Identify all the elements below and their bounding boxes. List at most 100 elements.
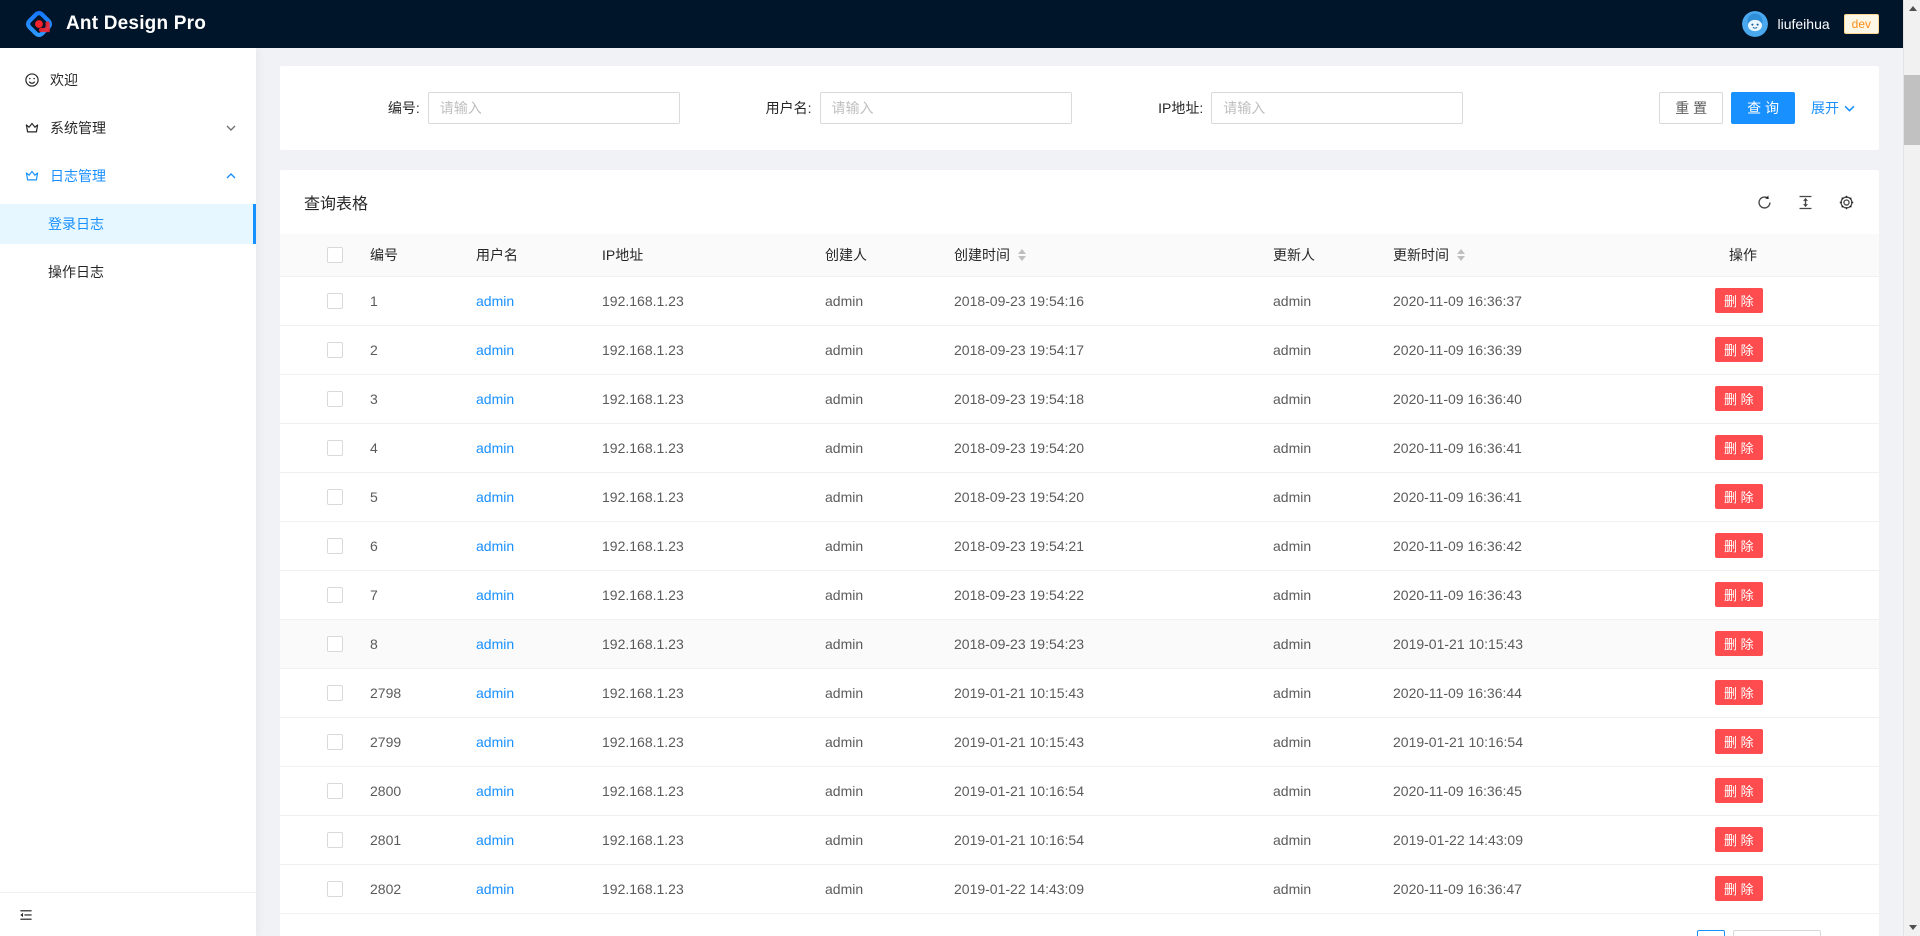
table-body: 1admin192.168.1.23admin2018-09-23 19:54:… [280, 276, 1879, 913]
table-row: 2799admin192.168.1.23admin2019-01-21 10:… [280, 717, 1879, 766]
delete-button[interactable]: 删 除 [1715, 631, 1763, 656]
ip-input[interactable] [1211, 92, 1463, 124]
username-link[interactable]: admin [476, 685, 514, 701]
row-updated-time-cell: 2020-11-09 16:36:44 [1377, 668, 1713, 717]
column-header-6[interactable]: 更新时间 [1377, 234, 1713, 276]
density-icon[interactable] [1797, 194, 1814, 211]
user-avatar[interactable] [1742, 11, 1768, 37]
row-ip-cell: 192.168.1.23 [586, 717, 809, 766]
row-checkbox[interactable] [327, 685, 343, 701]
column-label: IP地址 [602, 245, 643, 265]
scroll-down-arrow-icon[interactable] [1904, 919, 1920, 936]
username-link[interactable]: admin [476, 293, 514, 309]
row-checkbox[interactable] [327, 881, 343, 897]
delete-button[interactable]: 删 除 [1715, 729, 1763, 754]
row-created-time: 2019-01-21 10:15:43 [954, 685, 1084, 701]
row-checkbox[interactable] [327, 440, 343, 456]
row-checkbox[interactable] [327, 832, 343, 848]
row-updater-cell: admin [1257, 521, 1377, 570]
settings-icon[interactable] [1838, 194, 1855, 211]
delete-button[interactable]: 删 除 [1715, 533, 1763, 558]
row-updater: admin [1273, 440, 1311, 456]
username-link[interactable]: admin [476, 538, 514, 554]
scrollbar-thumb[interactable] [1904, 75, 1920, 145]
username-link[interactable]: admin [476, 734, 514, 750]
row-checkbox[interactable] [327, 391, 343, 407]
logo-area[interactable]: Ant Design Pro [24, 9, 206, 39]
row-creator: admin [825, 587, 863, 603]
crown-icon [24, 168, 40, 184]
reset-button[interactable]: 重 置 [1659, 92, 1723, 124]
row-id-cell: 3 [354, 374, 460, 423]
row-id-cell: 7 [354, 570, 460, 619]
delete-button[interactable]: 删 除 [1715, 778, 1763, 803]
row-updated-time-cell: 2020-11-09 16:36:43 [1377, 570, 1713, 619]
username-link[interactable]: admin [476, 636, 514, 652]
username-link[interactable]: admin [476, 342, 514, 358]
row-ip-cell: 192.168.1.23 [586, 325, 809, 374]
reload-icon[interactable] [1756, 194, 1773, 211]
username-link[interactable]: admin [476, 881, 514, 897]
sidebar-item-log-mgmt[interactable]: 日志管理 [0, 156, 256, 196]
app-title: Ant Design Pro [66, 13, 206, 35]
row-checkbox[interactable] [327, 489, 343, 505]
username-link[interactable]: admin [476, 391, 514, 407]
row-updated-time: 2019-01-21 10:15:43 [1393, 636, 1523, 652]
page-size-select[interactable] [1733, 930, 1821, 936]
row-checkbox[interactable] [327, 342, 343, 358]
row-checkbox[interactable] [327, 734, 343, 750]
select-all-checkbox[interactable] [327, 247, 343, 263]
row-ip: 192.168.1.23 [602, 636, 684, 652]
query-button[interactable]: 查 询 [1731, 92, 1795, 124]
username-link[interactable]: admin [476, 440, 514, 456]
column-label: 用户名 [476, 245, 518, 265]
row-creator-cell: admin [809, 325, 938, 374]
row-created-time: 2018-09-23 19:54:21 [954, 538, 1084, 554]
row-updater-cell: admin [1257, 766, 1377, 815]
menu-fold-icon[interactable] [18, 907, 34, 923]
id-input[interactable] [428, 92, 680, 124]
row-checkbox[interactable] [327, 538, 343, 554]
row-created-time: 2019-01-22 14:43:09 [954, 881, 1084, 897]
row-id: 8 [370, 636, 378, 652]
row-checkbox[interactable] [327, 783, 343, 799]
username-link[interactable]: admin [476, 832, 514, 848]
delete-button[interactable]: 删 除 [1715, 827, 1763, 852]
column-header-4[interactable]: 创建时间 [938, 234, 1257, 276]
row-updater-cell: admin [1257, 276, 1377, 325]
pagination-page-1[interactable]: 1 [1697, 930, 1725, 936]
sidebar-item-system-mgmt[interactable]: 系统管理 [0, 108, 256, 148]
sidebar-item-welcome[interactable]: 欢迎 [0, 60, 256, 100]
table-row: 2802admin192.168.1.23admin2019-01-22 14:… [280, 864, 1879, 913]
delete-button[interactable]: 删 除 [1715, 876, 1763, 901]
row-id: 6 [370, 538, 378, 554]
username-input[interactable] [820, 92, 1072, 124]
row-ip-cell: 192.168.1.23 [586, 374, 809, 423]
page-scrollbar[interactable] [1903, 0, 1920, 936]
row-creator: admin [825, 391, 863, 407]
username-link[interactable]: admin [476, 587, 514, 603]
row-checkbox[interactable] [327, 636, 343, 652]
sorter-icon[interactable] [1457, 249, 1465, 261]
sidebar-item-operation-log[interactable]: 操作日志 [0, 252, 256, 292]
delete-button[interactable]: 删 除 [1715, 386, 1763, 411]
delete-button[interactable]: 删 除 [1715, 288, 1763, 313]
row-checkbox[interactable] [327, 293, 343, 309]
row-checkbox[interactable] [327, 587, 343, 603]
username-link[interactable]: admin [476, 489, 514, 505]
row-id-cell: 2 [354, 325, 460, 374]
sidebar-item-login-log[interactable]: 登录日志 [0, 204, 256, 244]
column-header-0: 编号 [354, 234, 460, 276]
delete-button[interactable]: 删 除 [1715, 435, 1763, 460]
username-link[interactable]: admin [476, 783, 514, 799]
row-creator: admin [825, 783, 863, 799]
sorter-icon[interactable] [1018, 249, 1026, 261]
scroll-up-arrow-icon[interactable] [1904, 0, 1920, 17]
delete-button[interactable]: 删 除 [1715, 484, 1763, 509]
row-id-cell: 6 [354, 521, 460, 570]
header-user-area[interactable]: liufeihua dev [1742, 11, 1879, 37]
delete-button[interactable]: 删 除 [1715, 337, 1763, 362]
delete-button[interactable]: 删 除 [1715, 680, 1763, 705]
expand-toggle[interactable]: 展开 [1811, 98, 1855, 118]
delete-button[interactable]: 删 除 [1715, 582, 1763, 607]
